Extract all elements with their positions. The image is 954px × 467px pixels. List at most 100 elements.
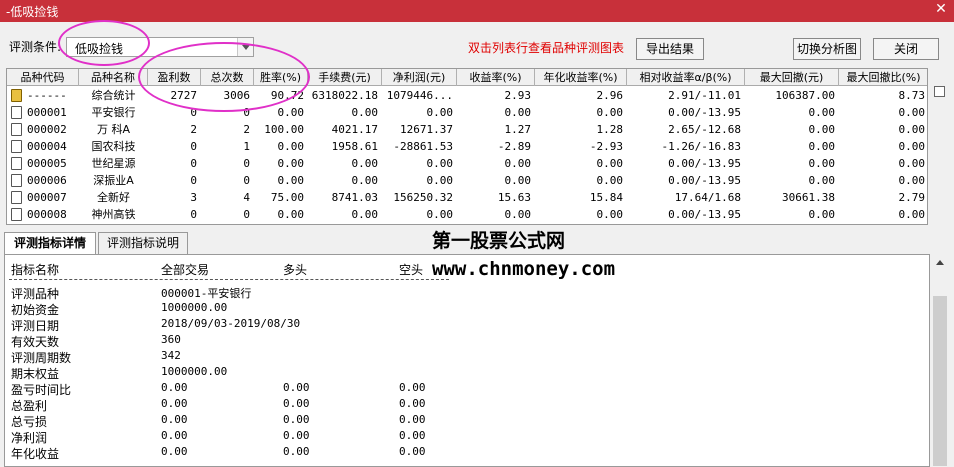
cell-total: 0 [243, 106, 250, 119]
detail-cell-all: 0.00 [161, 381, 188, 394]
tab-detail[interactable]: 评测指标详情 [4, 232, 96, 255]
detail-cell-all: 1000000.00 [161, 365, 228, 378]
table-row[interactable]: 000001 平安银行 0 0 0.00 0.00 0.00 0.00 0.00 0.00/-13… [7, 104, 927, 121]
title-bar: -低吸捡钱 ✕ [0, 0, 954, 22]
table-row[interactable]: 000008 神州高铁 0 0 0.00 0.00 0.00 0.00 0.00 0.00/-13… [7, 206, 927, 223]
table-row[interactable]: 000006 深振业A 0 0 0.00 0.00 0.00 0.00 0.00 0.00/-13… [7, 172, 927, 189]
cell-return: 0.00 [504, 208, 532, 221]
column-header-winrate[interactable]: 胜率(%) [254, 69, 308, 86]
column-header-wins[interactable]: 盈利数 [148, 69, 201, 86]
cell-maxdd-ratio: 0.00 [898, 174, 926, 187]
cell-name: 深振业A [93, 174, 134, 187]
detail-cell-short: 0.00 [399, 429, 426, 442]
detail-cell-name: 评测日期 [11, 319, 60, 333]
detail-cell-all: 0.00 [161, 445, 188, 458]
table-row[interactable]: 000007 全新好 3 4 75.00 8741.03 156250.32 15.63 15.… [7, 189, 927, 206]
cell-code: 000007 [27, 191, 67, 204]
cell-maxdd: 0.00 [808, 140, 836, 153]
cell-wins: 2727 [170, 89, 198, 102]
column-header-total[interactable]: 总次数 [201, 69, 254, 86]
cell-wins: 0 [190, 208, 197, 221]
cell-maxdd-ratio: 0.00 [898, 140, 926, 153]
column-header-relative[interactable]: 相对收益率α/β(%) [627, 69, 745, 86]
cell-fee: 0.00 [351, 174, 379, 187]
cell-maxdd: 30661.38 [782, 191, 835, 204]
column-header-annual[interactable]: 年化收益率(%) [535, 69, 627, 86]
column-header-maxdd-ratio[interactable]: 最大回撤比(%) [839, 69, 927, 86]
export-button[interactable]: 导出结果 [636, 38, 704, 60]
detail-scrollbar[interactable] [930, 254, 950, 467]
cell-wins: 0 [190, 106, 197, 119]
cell-code: 000006 [27, 174, 67, 187]
results-table[interactable]: 品种代码 品种名称 盈利数 总次数 胜率(%) 手续费(元) 净利润(元) 收益率(%) 年化收… [6, 68, 928, 225]
cell-fee: 1958.61 [331, 140, 378, 153]
document-icon [11, 123, 22, 136]
cell-relative: 2.65/-12.68 [668, 123, 741, 136]
detail-row: 总亏损 0.00 0.00 0.00 [5, 413, 929, 429]
cell-maxdd: 0.00 [808, 208, 836, 221]
column-header-fee[interactable]: 手续费(元) [308, 69, 382, 86]
cell-fee: 0.00 [351, 157, 379, 170]
cell-annual: 0.00 [596, 208, 624, 221]
chevron-down-icon[interactable] [237, 38, 253, 56]
detail-row: 总盈利 0.00 0.00 0.00 [5, 397, 929, 413]
cell-maxdd: 0.00 [808, 157, 836, 170]
select-checkbox[interactable] [934, 86, 945, 97]
document-icon [11, 174, 22, 187]
cell-winrate: 0.00 [277, 157, 305, 170]
cell-winrate: 0.00 [277, 106, 305, 119]
cell-code: 000008 [27, 208, 67, 221]
cell-total: 0 [243, 174, 250, 187]
tab-explanation[interactable]: 评测指标说明 [98, 232, 188, 254]
close-icon[interactable]: ✕ [934, 2, 948, 16]
detail-cell-name: 有效天数 [11, 335, 60, 349]
cell-code: ------ [27, 89, 67, 102]
detail-header-all: 全部交易 [161, 263, 210, 277]
detail-row: 评测周期数 342 [5, 349, 929, 365]
summary-icon [11, 89, 22, 102]
column-header-maxdd[interactable]: 最大回撤(元) [745, 69, 839, 86]
cell-maxdd: 0.00 [808, 174, 836, 187]
switch-chart-button[interactable]: 切换分析图 [793, 38, 861, 60]
cell-annual: 0.00 [596, 157, 624, 170]
cell-relative: 0.00/-13.95 [668, 208, 741, 221]
cell-name: 全新好 [97, 191, 130, 204]
cell-fee: 6318022.18 [311, 89, 378, 102]
cell-total: 0 [243, 157, 250, 170]
table-row[interactable]: 000004 国农科技 0 1 0.00 1958.61 -28861.53 -2.89 -2.… [7, 138, 927, 155]
cell-annual: 0.00 [596, 106, 624, 119]
cell-winrate: 75.00 [270, 191, 304, 204]
cell-fee: 0.00 [351, 208, 379, 221]
detail-cell-all: 2018/09/03-2019/08/30 [161, 317, 301, 330]
close-button[interactable]: 关闭 [873, 38, 939, 60]
column-header-name[interactable]: 品种名称 [79, 69, 148, 86]
watermark-url: www.chnmoney.com [432, 258, 616, 280]
table-row[interactable]: ------ 综合统计 2727 3006 90.72 6318022.18 1079446… [7, 87, 927, 104]
scroll-thumb[interactable] [933, 296, 947, 466]
table-header: 品种代码 品种名称 盈利数 总次数 胜率(%) 手续费(元) 净利润(元) 收益率(%) 年化收… [7, 69, 927, 86]
cell-profit: 0.00 [426, 208, 454, 221]
cell-maxdd: 106387.00 [775, 89, 835, 102]
cell-name: 国农科技 [91, 140, 136, 153]
cell-fee: 0.00 [351, 106, 379, 119]
scroll-up-icon[interactable] [936, 260, 944, 265]
detail-cell-short: 0.00 [399, 445, 426, 458]
detail-panel: 指标名称 全部交易 多头 空头 评测品种 000001-平安银行 初始资金 10000… [4, 254, 930, 467]
cell-profit: 156250.32 [393, 191, 453, 204]
cell-maxdd-ratio: 0.00 [898, 106, 926, 119]
column-header-profit[interactable]: 净利润(元) [382, 69, 457, 86]
table-row[interactable]: 000005 世纪星源 0 0 0.00 0.00 0.00 0.00 0.00 0.00/-13… [7, 155, 927, 172]
cell-relative: 0.00/-13.95 [668, 106, 741, 119]
detail-cell-name: 评测品种 [11, 287, 60, 301]
table-row[interactable]: 000002 万 科A 2 2 100.00 4021.17 12671.37 1.27 1.2… [7, 121, 927, 138]
cell-maxdd-ratio: 0.00 [898, 123, 926, 136]
cell-relative: 17.64/1.68 [674, 191, 741, 204]
column-header-code[interactable]: 品种代码 [7, 69, 79, 86]
cell-wins: 2 [190, 123, 197, 136]
cell-relative: 2.91/-11.01 [668, 89, 741, 102]
column-header-return[interactable]: 收益率(%) [457, 69, 535, 86]
condition-select[interactable]: 低吸捡钱 [66, 37, 254, 57]
detail-cell-short: 0.00 [399, 413, 426, 426]
cell-name: 平安银行 [91, 106, 136, 119]
cell-profit: -28861.53 [393, 140, 453, 153]
